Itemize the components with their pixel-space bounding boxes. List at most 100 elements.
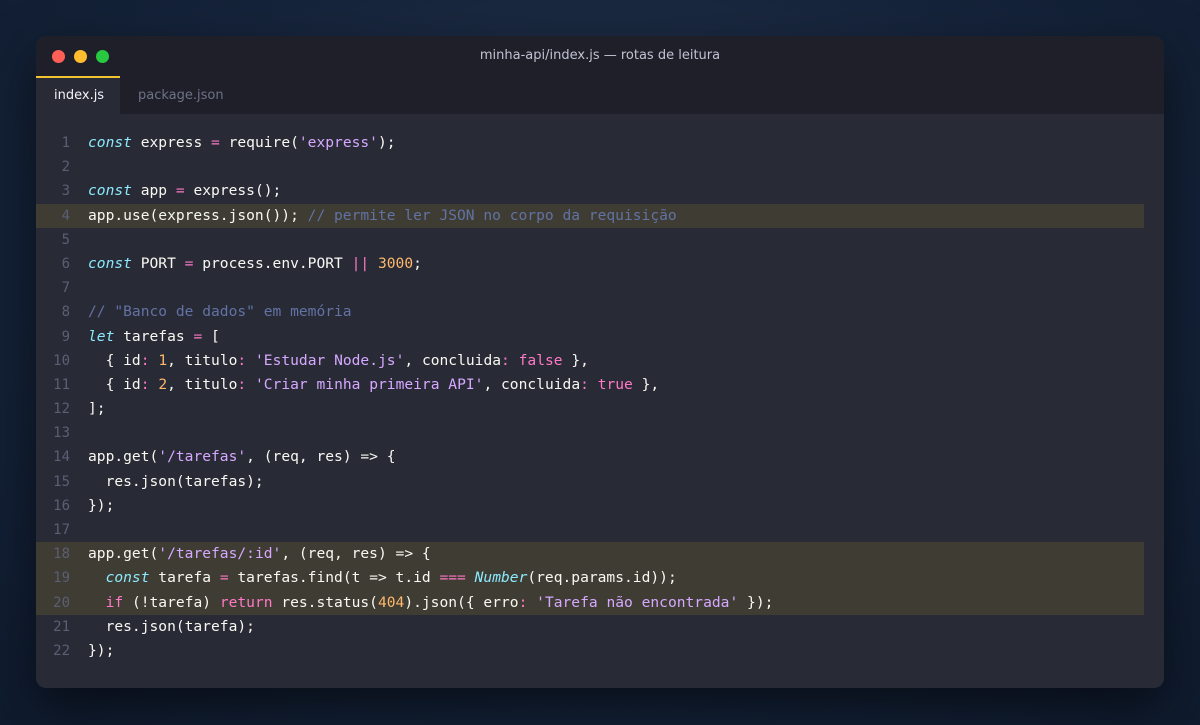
code-line: 20 if (!tarefa) return res.status(404).j… xyxy=(36,590,1144,615)
code-token: express(); xyxy=(184,182,282,200)
line-number: 9 xyxy=(61,328,70,345)
code-token: if xyxy=(105,593,124,611)
code-token: ; xyxy=(413,254,422,272)
code-line: 12]; xyxy=(36,397,1144,421)
line-number: 11 xyxy=(53,376,70,393)
code-token: 404 xyxy=(377,593,405,611)
code-line: 9 let tarefas = [ xyxy=(36,325,1144,349)
code-token: (!tarefa) xyxy=(123,593,220,611)
line-number: 1 xyxy=(61,135,70,151)
editor-window: minha-api/index.js — rotas de leitura in… xyxy=(36,36,1164,688)
code-token: 'Tarefa não encontrada' xyxy=(536,593,739,611)
code-token: { id xyxy=(88,375,141,393)
code-token: : xyxy=(237,351,247,369)
code-token: const xyxy=(88,182,132,200)
code-token: PORT xyxy=(131,254,185,272)
code-token: , (req, res) => { xyxy=(281,545,431,563)
code-line: 8 // "Banco de dados" em memória xyxy=(36,300,1144,324)
code-line: 6 const PORT = process.env.PORT || 3000; xyxy=(36,252,1144,276)
code-text: app.use(express.json()); // permite ler … xyxy=(88,204,1144,228)
code-text: app.get('/tarefas/:id', (req, res) => { xyxy=(88,542,1144,566)
code-token: (req.params.id)); xyxy=(527,569,677,587)
code-token: = xyxy=(175,182,185,200)
code-line: 2 xyxy=(36,155,1144,179)
code-token: const xyxy=(105,569,150,587)
code-token: = xyxy=(193,327,203,345)
code-token: , (req, res) => { xyxy=(246,448,396,466)
code-line: 5 xyxy=(36,228,1144,252)
code-token: : xyxy=(140,375,150,393)
line-number: 7 xyxy=(61,280,70,297)
line-number: 14 xyxy=(53,449,70,466)
code-token: const xyxy=(88,254,132,272)
code-text: res.json(tarefas); xyxy=(88,470,1144,494)
code-token: app xyxy=(131,182,176,200)
code-token: 'express' xyxy=(298,134,378,151)
code-token: app.get( xyxy=(88,448,159,466)
code-line: 15 res.json(tarefas); xyxy=(36,470,1144,494)
line-number: 17 xyxy=(53,522,70,538)
code-token: return xyxy=(219,593,273,611)
code-token: ).json({ erro xyxy=(404,593,519,611)
code-editor[interactable]: 1 const express = require('express'); 2 3 co… xyxy=(36,114,1164,663)
code-line: 16}); xyxy=(36,494,1144,518)
code-token: const xyxy=(88,134,132,151)
code-token: , titulo xyxy=(167,375,238,393)
code-line: 19 const tarefa = tarefas.find(t => t.id… xyxy=(36,566,1144,591)
line-number: 5 xyxy=(61,231,70,248)
code-text: const express = require('express'); xyxy=(88,131,1144,155)
tab-package-json[interactable]: package.json xyxy=(120,76,242,114)
tab-index-js[interactable]: index.js xyxy=(36,76,120,114)
code-token: 3000 xyxy=(377,254,414,272)
code-token: }); xyxy=(738,593,774,611)
code-token: '/tarefas/:id' xyxy=(158,545,282,563)
code-line: 22}); xyxy=(36,639,1144,663)
code-token: || xyxy=(351,254,370,272)
code-token: ); xyxy=(377,134,396,151)
code-token: = xyxy=(211,134,220,151)
tab-bar: index.js package.json xyxy=(36,76,1164,114)
line-number: 15 xyxy=(53,473,70,490)
code-token: 1 xyxy=(158,351,168,369)
code-token: require( xyxy=(219,134,299,151)
code-text: { id: 1, titulo: 'Estudar Node.js', conc… xyxy=(88,349,1144,373)
code-token: }, xyxy=(632,375,660,393)
line-number: 12 xyxy=(53,401,70,418)
line-number: 4 xyxy=(61,207,70,224)
code-token: 'Estudar Node.js' xyxy=(255,351,405,369)
code-token: true xyxy=(597,375,633,393)
line-number: 19 xyxy=(53,570,70,587)
code-token: app.use(express.json()); xyxy=(88,206,308,224)
code-text: { id: 2, titulo: 'Criar minha primeira A… xyxy=(88,373,1144,397)
code-token: res.json(tarefa); xyxy=(88,617,255,635)
code-token: }, xyxy=(562,351,589,369)
line-number: 3 xyxy=(61,183,70,200)
code-token: : xyxy=(140,351,150,369)
code-text: const PORT = process.env.PORT || 3000; xyxy=(88,252,1144,276)
code-line: 3 const app = express(); xyxy=(36,179,1144,203)
code-token: app.get( xyxy=(88,545,159,563)
line-number: 22 xyxy=(53,642,70,659)
line-number: 13 xyxy=(53,425,70,442)
code-text: ]; xyxy=(88,397,1144,421)
code-line: 17 xyxy=(36,518,1144,542)
code-token: tarefa xyxy=(149,569,220,587)
code-text: let tarefas = [ xyxy=(88,325,1144,349)
code-token: res.status( xyxy=(272,593,378,611)
code-token: let xyxy=(88,327,115,345)
code-token: { id xyxy=(88,351,141,369)
code-text: }); xyxy=(88,494,1144,518)
window-title: minha-api/index.js — rotas de leitura xyxy=(479,48,721,63)
code-text: }); xyxy=(88,639,1144,663)
code-token: , titulo xyxy=(167,351,238,369)
code-token: process.env.PORT xyxy=(193,254,352,272)
line-number: 2 xyxy=(61,159,70,176)
